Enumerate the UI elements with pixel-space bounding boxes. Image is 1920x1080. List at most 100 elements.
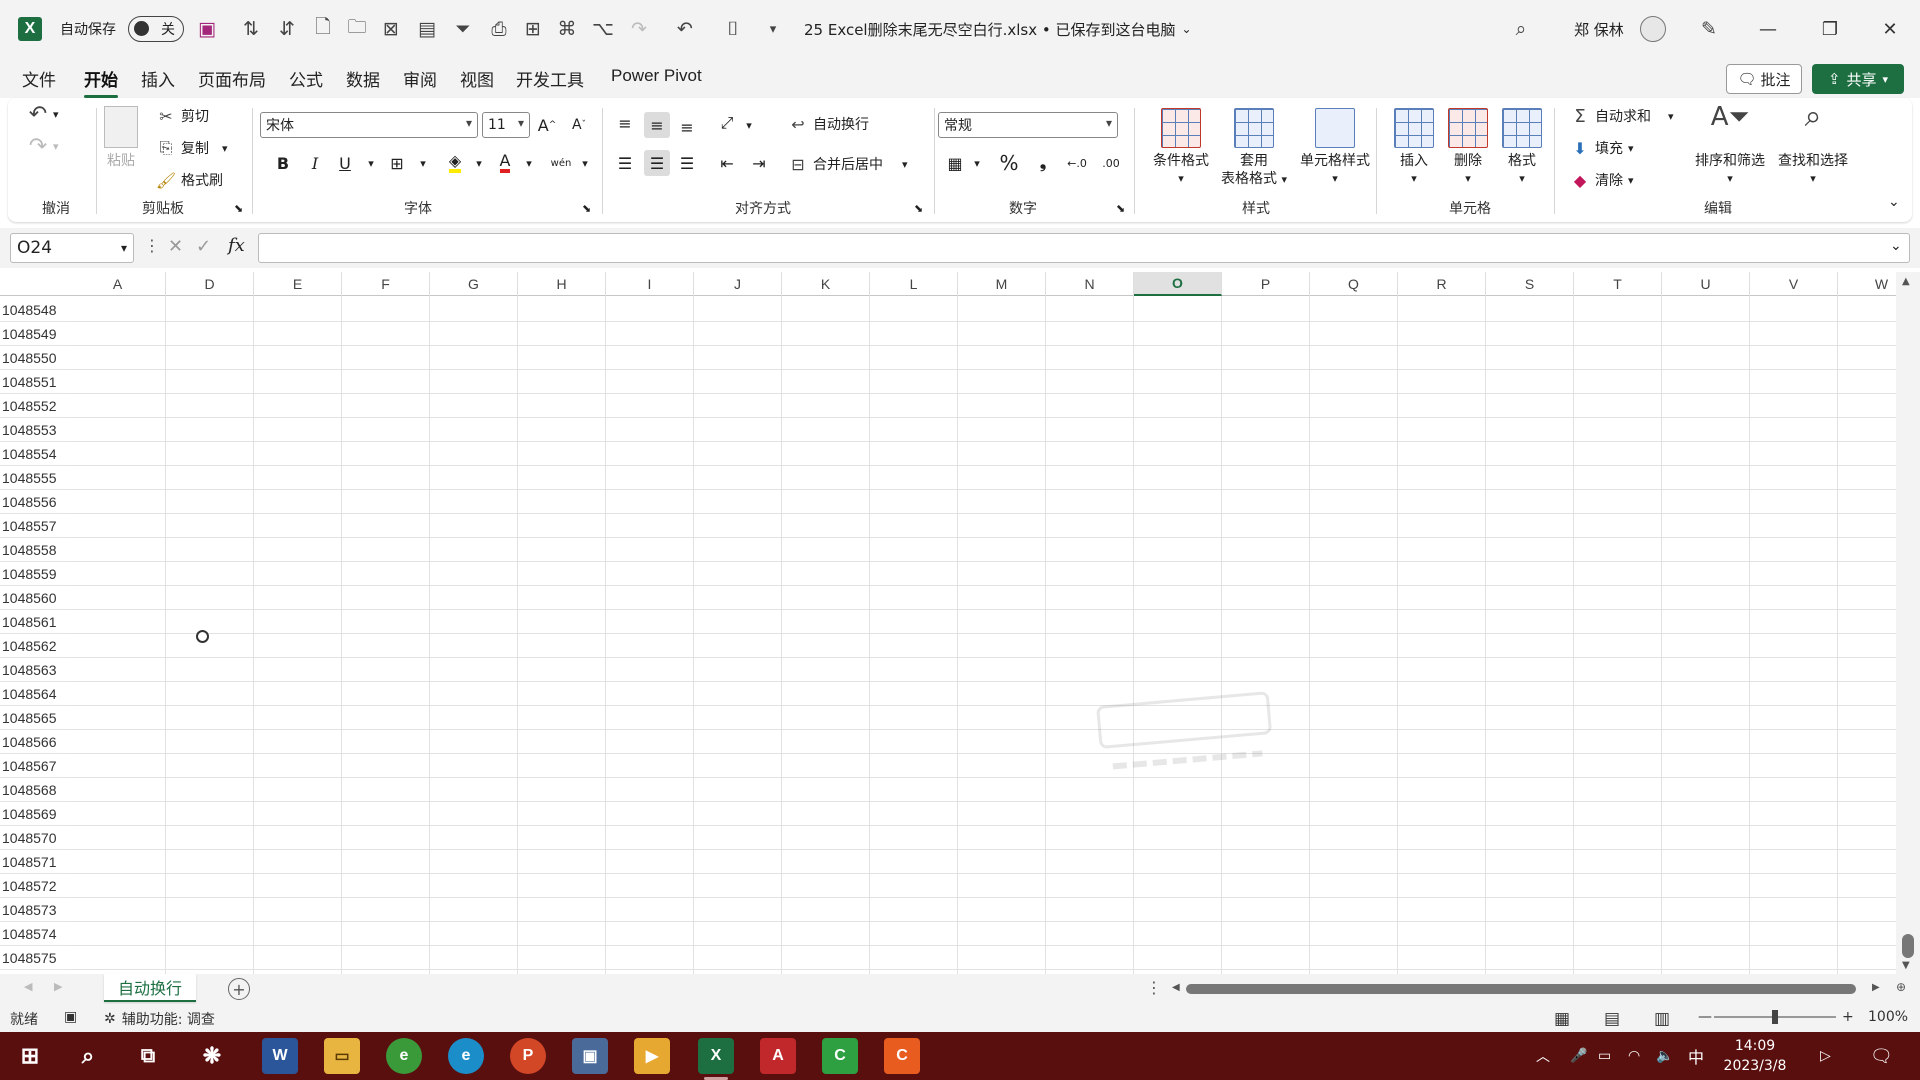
column-header[interactable]: M (958, 272, 1046, 296)
filter-icon[interactable]: ⏷ (450, 0, 476, 58)
camtasia-green-icon[interactable]: C (822, 1038, 858, 1074)
row-header[interactable]: 1048564 (0, 682, 70, 706)
pivot-icon[interactable]: ⊞ (520, 0, 546, 58)
macro-record-icon[interactable]: ▣ (64, 1009, 77, 1025)
tab-file[interactable]: 文件 (22, 66, 56, 94)
expand-formula-bar-icon[interactable]: ⌄ (1890, 238, 1902, 254)
more-options-icon[interactable]: ⋮ (144, 236, 160, 255)
cancel-entry-icon[interactable]: ✕ (168, 236, 183, 257)
column-header[interactable]: F (342, 272, 430, 296)
edge-icon[interactable]: e (448, 1038, 484, 1074)
zoom-level[interactable]: 100% (1868, 1009, 1908, 1025)
row-header[interactable]: 1048573 (0, 898, 70, 922)
access-icon[interactable]: A (760, 1038, 796, 1074)
borders-icon[interactable]: ⊞ (384, 150, 410, 176)
row-header[interactable]: 1048563 (0, 658, 70, 682)
row-header[interactable]: 1048548 (0, 298, 70, 322)
battery-icon[interactable]: ▭ (1598, 1032, 1611, 1080)
tab-home[interactable]: 开始 (84, 66, 118, 98)
column-header[interactable]: V (1750, 272, 1838, 296)
powerpoint-icon[interactable]: P (510, 1038, 546, 1074)
hierarchy-icon[interactable]: ⌥ (590, 0, 616, 58)
confirm-entry-icon[interactable]: ✓ (196, 236, 211, 257)
row-header[interactable]: 1048571 (0, 850, 70, 874)
underline-button[interactable]: U (332, 150, 358, 176)
italic-button[interactable]: I (302, 150, 328, 176)
excel-taskbar-icon[interactable]: X (698, 1038, 734, 1080)
dialog-launcher-icon[interactable]: ⬊ (1116, 202, 1125, 215)
row-header[interactable]: 1048570 (0, 826, 70, 850)
increase-decimal-icon[interactable]: ←.0 (1064, 150, 1090, 176)
copy-button[interactable]: ⎘ 复制 ▾ (156, 138, 228, 158)
column-header[interactable]: D (166, 272, 254, 296)
close-button[interactable]: ✕ (1862, 0, 1918, 58)
fill-button[interactable]: ⬇ 填充 ▾ (1570, 138, 1633, 158)
normal-view-icon[interactable]: ▦ (1554, 1009, 1570, 1029)
tab-data[interactable]: 数据 (346, 66, 380, 94)
resize-icon[interactable]: ⊕ (1896, 980, 1906, 994)
comma-style-button[interactable]: ❟ (1030, 150, 1056, 176)
autosave-toggle[interactable]: 关 (128, 0, 184, 58)
decrease-font-icon[interactable]: Aˇ (566, 112, 592, 138)
column-header[interactable]: P (1222, 272, 1310, 296)
column-header[interactable]: I (606, 272, 694, 296)
collapse-ribbon-icon[interactable]: ⌄ (1888, 194, 1900, 210)
image-viewer-icon[interactable]: ▣ (572, 1038, 608, 1074)
clear-button[interactable]: ◆ 清除 ▾ (1570, 170, 1634, 190)
comments-button[interactable]: 🗨 批注 (1726, 64, 1802, 94)
customize-qat-icon[interactable]: ▾ (760, 0, 786, 58)
scroll-left-icon[interactable]: ◀ (1172, 982, 1180, 993)
decrease-indent-icon[interactable]: ⇤ (714, 150, 740, 176)
undo-icon[interactable]: ↶ (672, 0, 698, 58)
align-bottom-icon[interactable]: ≡ (674, 114, 700, 140)
sort-ascending-icon[interactable]: ⇅ (238, 0, 264, 58)
dialog-launcher-icon[interactable]: ⬊ (914, 202, 923, 215)
org-chart-icon[interactable]: ⌘ (554, 0, 580, 58)
chevron-down-icon[interactable]: ▾ (516, 150, 542, 176)
paste-button[interactable]: 粘贴 (104, 106, 138, 170)
column-header[interactable]: U (1662, 272, 1750, 296)
save-icon[interactable]: ▣ (194, 0, 220, 58)
row-header[interactable]: 1048557 (0, 514, 70, 538)
insert-function-icon[interactable]: fx (228, 235, 245, 256)
document-title[interactable]: 25 Excel删除末尾无尽空白行.xlsx • 已保存到这台电脑 ⌄ (804, 0, 1192, 58)
page-layout-view-icon[interactable]: ▤ (1604, 1009, 1620, 1029)
tab-splitter-icon[interactable]: ⋮ (1146, 978, 1162, 997)
phonetic-icon[interactable]: wén (548, 150, 574, 176)
column-header[interactable]: A (70, 272, 166, 296)
row-header[interactable]: 1048562 (0, 634, 70, 658)
redo-button[interactable]: ↷ ▾ (28, 134, 59, 159)
windows-start-icon[interactable]: ⊞ (12, 1038, 48, 1074)
restore-button[interactable]: ❐ (1802, 0, 1858, 58)
word-icon[interactable]: W (262, 1038, 298, 1074)
clear-filter-icon[interactable]: ⊠ (378, 0, 404, 58)
microphone-icon[interactable]: 🎤 (1570, 1032, 1587, 1080)
row-header[interactable]: 1048549 (0, 322, 70, 346)
row-header[interactable]: 1048565 (0, 706, 70, 730)
task-view-icon[interactable]: ⧉ (130, 1038, 166, 1074)
row-header[interactable]: 1048574 (0, 922, 70, 946)
scroll-down-icon[interactable]: ▼ (1902, 960, 1910, 971)
undo-button[interactable]: ↶ ▾ (28, 102, 59, 127)
increase-indent-icon[interactable]: ⇥ (746, 150, 772, 176)
vertical-scrollbar[interactable]: ▲ ▼ (1896, 272, 1920, 974)
row-header[interactable]: 1048559 (0, 562, 70, 586)
column-header[interactable]: H (518, 272, 606, 296)
sheet-tab-active[interactable]: 自动换行 (104, 974, 196, 1002)
row-header[interactable]: 1048554 (0, 442, 70, 466)
tab-formulas[interactable]: 公式 (289, 66, 323, 94)
decrease-decimal-icon[interactable]: .00 (1098, 150, 1124, 176)
column-header[interactable]: S (1486, 272, 1574, 296)
column-header[interactable]: R (1398, 272, 1486, 296)
column-header[interactable]: T (1574, 272, 1662, 296)
user-name[interactable]: 郑 保林 (1574, 0, 1624, 58)
column-header[interactable]: J (694, 272, 782, 296)
next-sheet-icon[interactable]: ▶ (54, 980, 62, 993)
chevron-down-icon[interactable]: ▾ (964, 150, 990, 176)
bold-button[interactable]: B (270, 150, 296, 176)
scroll-up-icon[interactable]: ▲ (1902, 276, 1910, 287)
conditional-formatting-button[interactable]: 条件格式 ▾ (1138, 108, 1224, 188)
file-explorer-icon[interactable]: ▭ (324, 1038, 360, 1074)
row-header[interactable]: 1048558 (0, 538, 70, 562)
zoom-in-icon[interactable]: + (1842, 1009, 1854, 1025)
